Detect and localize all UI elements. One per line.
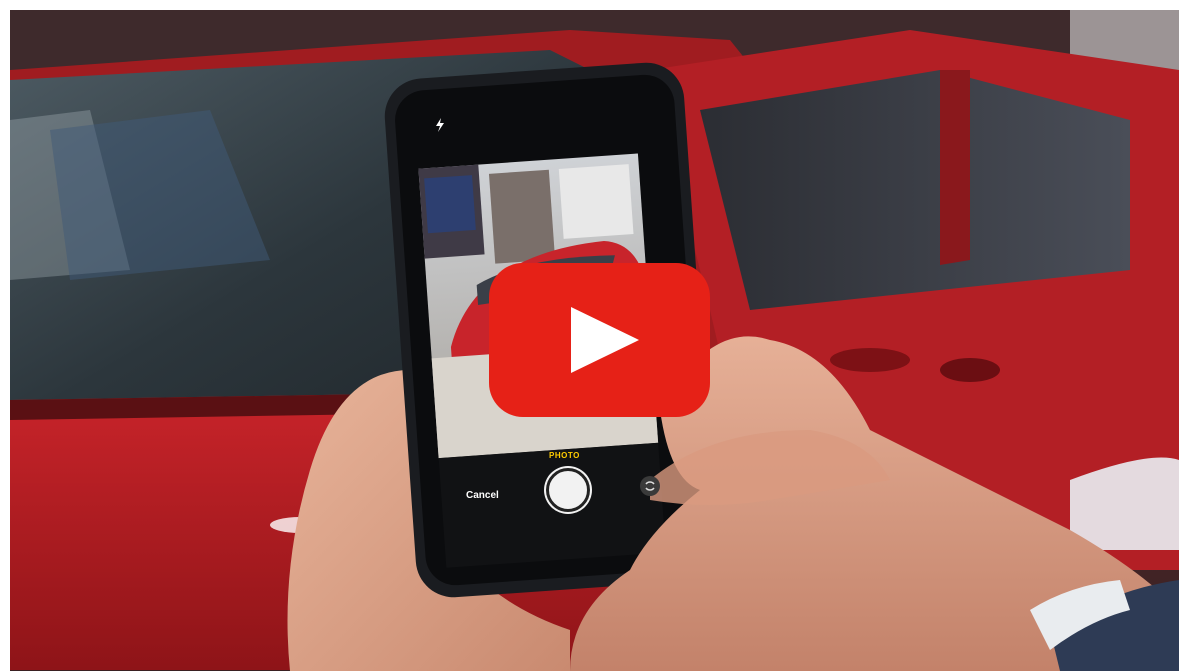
flash-icon[interactable] [435, 118, 445, 132]
shutter-button[interactable] [546, 468, 590, 512]
camera-cancel-label[interactable]: Cancel [466, 490, 499, 501]
video-thumbnail[interactable]: PHOTO Cancel [10, 10, 1179, 671]
camera-flip-icon[interactable] [640, 476, 660, 496]
camera-mode-label[interactable]: PHOTO [549, 451, 580, 460]
youtube-play-icon[interactable] [489, 263, 710, 417]
